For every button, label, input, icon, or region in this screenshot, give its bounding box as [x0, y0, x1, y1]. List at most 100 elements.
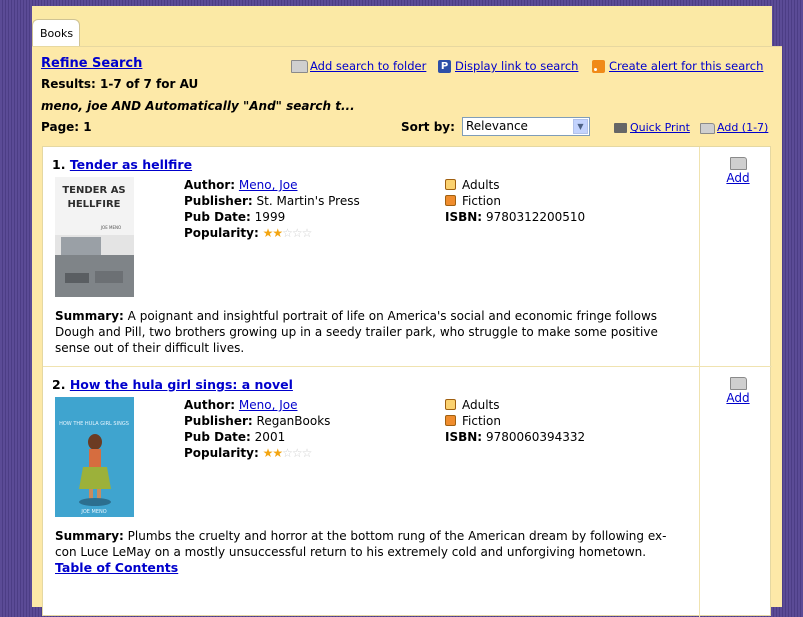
add-button[interactable]: Add — [723, 377, 753, 405]
folder-icon — [700, 122, 715, 134]
toc-row: Table of Contents — [55, 560, 685, 576]
create-alert[interactable]: Create alert for this search — [592, 59, 763, 73]
publisher-value: St. Martin's Press — [256, 194, 360, 208]
folder-icon — [729, 157, 747, 170]
genre-value: Fiction — [462, 194, 501, 208]
add-button[interactable]: Add — [723, 157, 753, 185]
book-format: Adults Fiction ISBN: 9780060394332 — [445, 397, 585, 445]
svg-text:JOE MENO: JOE MENO — [100, 225, 121, 230]
tab-books-label: Books — [40, 27, 74, 40]
quick-print-link[interactable]: Quick Print — [630, 121, 690, 134]
pub-date-label: Pub Date: — [184, 430, 251, 444]
star-empty-icon: ☆ — [291, 226, 303, 240]
result-title: 2. How the hula girl sings: a novel — [52, 377, 293, 392]
sort-by-select[interactable]: Relevance ▼ — [462, 117, 590, 136]
star-filled-icon: ★ — [262, 446, 274, 460]
result-title-link[interactable]: Tender as hellfire — [70, 157, 192, 172]
publisher-label: Publisher: — [184, 414, 253, 428]
genre-row: Fiction — [445, 413, 585, 429]
star-empty-icon: ☆ — [301, 226, 313, 240]
isbn-label: ISBN: — [445, 430, 483, 444]
genre-icon — [445, 415, 456, 426]
printer-icon — [614, 123, 627, 133]
create-alert-link[interactable]: Create alert for this search — [609, 59, 763, 73]
isbn-label: ISBN: — [445, 210, 483, 224]
isbn-value: 9780312200510 — [485, 210, 586, 224]
book-summary: Summary: A poignant and insightful portr… — [55, 308, 685, 356]
pub-date-row: Pub Date: 1999 — [184, 209, 360, 225]
audience-icon — [445, 179, 456, 190]
isbn-row: ISBN: 9780312200510 — [445, 209, 585, 225]
tab-books[interactable]: Books — [32, 19, 80, 47]
book-cover[interactable]: TENDER AS HELLFIRE JOE MENO — [55, 177, 134, 297]
popularity-stars: ★★☆☆☆ — [262, 446, 313, 460]
svg-text:HELLFIRE: HELLFIRE — [67, 199, 120, 210]
content-area: Refine Search Results: 1-7 of 7 for AU m… — [32, 46, 782, 617]
author-label: Author: — [184, 398, 236, 412]
sort-by-label: Sort by: — [401, 120, 455, 134]
popularity-label: Popularity: — [184, 446, 259, 460]
summary-label: Summary: — [55, 529, 124, 543]
publisher-row: Publisher: St. Martin's Press — [184, 193, 360, 209]
audience-row: Adults — [445, 177, 585, 193]
folder-icon — [291, 59, 308, 73]
star-empty-icon: ☆ — [282, 226, 293, 240]
author-link[interactable]: Meno, Joe — [239, 398, 298, 412]
svg-text:TENDER AS: TENDER AS — [62, 185, 125, 196]
result-title-link[interactable]: How the hula girl sings: a novel — [70, 377, 293, 392]
row-divider — [43, 366, 772, 367]
book-details: Author: Meno, Joe Publisher: ReganBooks … — [184, 397, 330, 461]
svg-text:HOW THE HULA GIRL SINGS: HOW THE HULA GIRL SINGS — [59, 421, 129, 427]
folder-icon — [729, 377, 747, 390]
author-link[interactable]: Meno, Joe — [239, 178, 298, 192]
audience-row: Adults — [445, 397, 585, 413]
quick-print[interactable]: Quick Print — [614, 121, 690, 134]
author-row: Author: Meno, Joe — [184, 397, 330, 413]
star-filled-icon: ★ — [262, 226, 274, 240]
summary-text: A poignant and insightful portrait of li… — [55, 309, 658, 355]
add-search-to-folder[interactable]: Add search to folder — [291, 59, 426, 73]
author-label: Author: — [184, 178, 236, 192]
book-format: Adults Fiction ISBN: 9780312200510 — [445, 177, 585, 225]
add-range-link[interactable]: Add (1-7) — [717, 121, 768, 134]
search-query: meno, joe AND Automatically "And" search… — [41, 99, 355, 113]
sort-by-value: Relevance — [466, 119, 528, 133]
chevron-down-icon[interactable]: ▼ — [573, 119, 588, 134]
book-cover[interactable]: HOW THE HULA GIRL SINGS JOE MENO — [55, 397, 134, 517]
audience-value: Adults — [462, 398, 500, 412]
rss-icon — [592, 59, 605, 73]
book-cover-image: HOW THE HULA GIRL SINGS JOE MENO — [55, 397, 134, 517]
add-search-to-folder-link[interactable]: Add search to folder — [310, 59, 426, 73]
add-link[interactable]: Add — [726, 171, 749, 185]
refine-search-link[interactable]: Refine Search — [41, 56, 142, 71]
display-link-to-search-link[interactable]: Display link to search — [455, 59, 578, 73]
publisher-row: Publisher: ReganBooks — [184, 413, 330, 429]
svg-text:JOE MENO: JOE MENO — [80, 509, 106, 515]
summary-text: Plumbs the cruelty and horror at the bot… — [55, 529, 667, 559]
publisher-value: ReganBooks — [256, 414, 331, 428]
author-row: Author: Meno, Joe — [184, 177, 360, 193]
pub-date-value: 2001 — [254, 430, 286, 444]
permalink-icon: P — [438, 59, 451, 73]
isbn-value: 9780060394332 — [485, 430, 586, 444]
popularity-row: Popularity: ★★☆☆☆ — [184, 225, 360, 241]
publisher-label: Publisher: — [184, 194, 253, 208]
add-range[interactable]: Add (1-7) — [700, 121, 768, 134]
star-filled-icon: ★ — [272, 446, 283, 460]
display-link-to-search[interactable]: P Display link to search — [438, 59, 578, 73]
results-count: Results: 1-7 of 7 for AU — [41, 77, 199, 91]
audience-icon — [445, 399, 456, 410]
book-cover-image: TENDER AS HELLFIRE JOE MENO — [55, 177, 134, 297]
add-link[interactable]: Add — [726, 391, 749, 405]
book-details: Author: Meno, Joe Publisher: St. Martin'… — [184, 177, 360, 241]
pub-date-row: Pub Date: 2001 — [184, 429, 330, 445]
result-title: 1. Tender as hellfire — [52, 157, 192, 172]
popularity-stars: ★★☆☆☆ — [262, 226, 313, 240]
results-list: 1. Tender as hellfire TENDER AS HELLFIRE… — [42, 146, 772, 617]
table-of-contents-link[interactable]: Table of Contents — [55, 560, 178, 575]
genre-icon — [445, 195, 456, 206]
star-filled-icon: ★ — [272, 226, 283, 240]
page-number: Page: 1 — [41, 120, 92, 134]
pub-date-value: 1999 — [254, 210, 286, 224]
audience-value: Adults — [462, 178, 500, 192]
